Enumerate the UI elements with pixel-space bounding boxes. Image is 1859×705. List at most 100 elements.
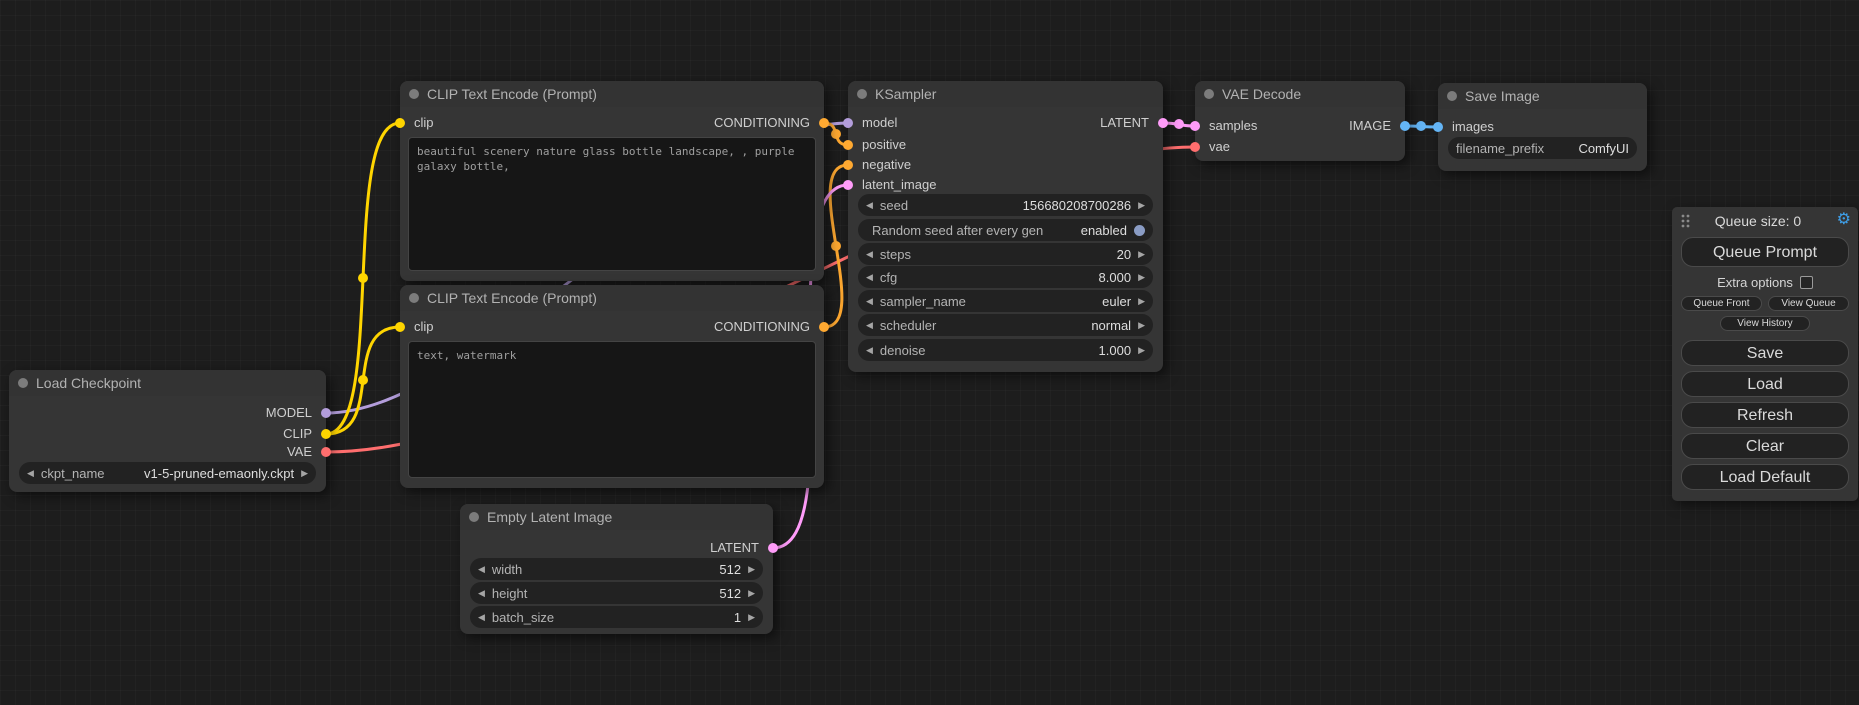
view-queue-button[interactable]: View Queue (1768, 296, 1849, 311)
widget-value: 1 (561, 610, 741, 625)
increment-arrow-icon[interactable]: ▶ (1138, 194, 1145, 216)
decrement-arrow-icon[interactable]: ◀ (866, 243, 873, 265)
ckpt-name-widget[interactable]: ◀ ckpt_name v1-5-pruned-emaonly.ckpt ▶ (19, 462, 316, 484)
increment-arrow-icon[interactable]: ▶ (1138, 243, 1145, 265)
node-title-bar[interactable]: Empty Latent Image (460, 504, 773, 530)
node-collapse-dot[interactable] (409, 293, 419, 303)
decrement-arrow-icon[interactable]: ◀ (27, 462, 34, 484)
node-collapse-dot[interactable] (1447, 91, 1457, 101)
images-input-slot[interactable] (1433, 122, 1443, 132)
settings-gear-icon[interactable]: ⚙ (1837, 211, 1851, 229)
model-output-slot[interactable] (321, 408, 331, 418)
samples-input-slot[interactable] (1190, 121, 1200, 131)
clip-input-slot[interactable] (395, 322, 405, 332)
positive-input-slot[interactable] (843, 140, 853, 150)
cfg-widget[interactable]: ◀ cfg 8.000 ▶ (858, 266, 1153, 288)
widget-value: 512 (529, 562, 741, 577)
clip-output-slot[interactable] (321, 429, 331, 439)
increment-arrow-icon[interactable]: ▶ (1138, 314, 1145, 336)
scheduler-widget[interactable]: ◀ scheduler normal ▶ (858, 314, 1153, 336)
queue-front-button[interactable]: Queue Front (1681, 296, 1762, 311)
negative-input-slot[interactable] (843, 160, 853, 170)
clear-button[interactable]: Clear (1681, 433, 1849, 459)
node-collapse-dot[interactable] (18, 378, 28, 388)
width-widget[interactable]: ◀ width 512 ▶ (470, 558, 763, 580)
height-widget[interactable]: ◀ height 512 ▶ (470, 582, 763, 604)
model-output-label: MODEL (266, 405, 312, 421)
increment-arrow-icon[interactable]: ▶ (1138, 290, 1145, 312)
save-button[interactable]: Save (1681, 340, 1849, 366)
widget-name: width (492, 562, 522, 577)
images-input-label: images (1452, 119, 1494, 135)
decrement-arrow-icon[interactable]: ◀ (866, 290, 873, 312)
decrement-arrow-icon[interactable]: ◀ (866, 339, 873, 361)
increment-arrow-icon[interactable]: ▶ (748, 558, 755, 580)
model-input-slot[interactable] (843, 118, 853, 128)
node-graph-canvas[interactable]: Load Checkpoint MODEL CLIP VAE ◀ ckpt_na… (0, 0, 1859, 705)
latent-output-slot[interactable] (768, 543, 778, 553)
link-conditioning-positive-midpoint-dot (831, 129, 841, 139)
widget-value: v1-5-pruned-emaonly.ckpt (112, 466, 295, 481)
node-title: VAE Decode (1222, 86, 1301, 102)
vae-output-slot[interactable] (321, 447, 331, 457)
vae-input-slot[interactable] (1190, 142, 1200, 152)
node-title: Empty Latent Image (487, 509, 612, 525)
node-title-bar[interactable]: VAE Decode (1195, 81, 1405, 107)
vae-input-label: vae (1209, 139, 1230, 155)
node-save-image[interactable]: Save Image images filename_prefix ComfyU… (1438, 83, 1647, 171)
decrement-arrow-icon[interactable]: ◀ (478, 582, 485, 604)
node-title-bar[interactable]: Load Checkpoint (9, 370, 326, 396)
sampler-name-widget[interactable]: ◀ sampler_name euler ▶ (858, 290, 1153, 312)
node-title-bar[interactable]: KSampler (848, 81, 1163, 107)
node-ksampler[interactable]: KSampler model LATENT positive negative … (848, 81, 1163, 372)
node-collapse-dot[interactable] (469, 512, 479, 522)
node-load-checkpoint[interactable]: Load Checkpoint MODEL CLIP VAE ◀ ckpt_na… (9, 370, 326, 492)
batch-size-widget[interactable]: ◀ batch_size 1 ▶ (470, 606, 763, 628)
conditioning-output-slot[interactable] (819, 118, 829, 128)
latent-image-input-slot[interactable] (843, 180, 853, 190)
random-seed-toggle[interactable]: Random seed after every gen enabled (858, 219, 1153, 241)
decrement-arrow-icon[interactable]: ◀ (478, 606, 485, 628)
node-collapse-dot[interactable] (857, 89, 867, 99)
seed-widget[interactable]: ◀ seed 156680208700286 ▶ (858, 194, 1153, 216)
refresh-button[interactable]: Refresh (1681, 402, 1849, 428)
decrement-arrow-icon[interactable]: ◀ (866, 194, 873, 216)
increment-arrow-icon[interactable]: ▶ (748, 582, 755, 604)
node-clip-text-encode-negative[interactable]: CLIP Text Encode (Prompt) clip CONDITION… (400, 285, 824, 488)
increment-arrow-icon[interactable]: ▶ (748, 606, 755, 628)
negative-prompt-textarea[interactable]: text, watermark (408, 341, 816, 478)
extra-options-checkbox[interactable] (1800, 276, 1813, 289)
widget-value: ComfyUI (1551, 141, 1629, 156)
load-button[interactable]: Load (1681, 371, 1849, 397)
widget-value: euler (973, 294, 1131, 309)
node-empty-latent-image[interactable]: Empty Latent Image LATENT ◀ width 512 ▶ … (460, 504, 773, 634)
steps-widget[interactable]: ◀ steps 20 ▶ (858, 243, 1153, 265)
conditioning-output-slot[interactable] (819, 322, 829, 332)
filename-prefix-widget[interactable]: filename_prefix ComfyUI (1448, 137, 1637, 159)
queue-prompt-button[interactable]: Queue Prompt (1681, 237, 1849, 267)
image-output-slot[interactable] (1400, 121, 1410, 131)
node-clip-text-encode-positive[interactable]: CLIP Text Encode (Prompt) clip CONDITION… (400, 81, 824, 281)
decrement-arrow-icon[interactable]: ◀ (866, 314, 873, 336)
node-vae-decode[interactable]: VAE Decode samples IMAGE vae (1195, 81, 1405, 161)
link-conditioning-negative-midpoint-dot (831, 241, 841, 251)
node-title: Save Image (1465, 88, 1540, 104)
node-title-bar[interactable]: CLIP Text Encode (Prompt) (400, 285, 824, 311)
clip-input-slot[interactable] (395, 118, 405, 128)
load-default-button[interactable]: Load Default (1681, 464, 1849, 490)
node-title-bar[interactable]: Save Image (1438, 83, 1647, 109)
increment-arrow-icon[interactable]: ▶ (301, 462, 308, 484)
toggle-indicator-dot[interactable] (1134, 225, 1145, 236)
increment-arrow-icon[interactable]: ▶ (1138, 266, 1145, 288)
decrement-arrow-icon[interactable]: ◀ (478, 558, 485, 580)
view-history-button[interactable]: View History (1720, 316, 1810, 331)
denoise-widget[interactable]: ◀ denoise 1.000 ▶ (858, 339, 1153, 361)
increment-arrow-icon[interactable]: ▶ (1138, 339, 1145, 361)
decrement-arrow-icon[interactable]: ◀ (866, 266, 873, 288)
positive-prompt-textarea[interactable]: beautiful scenery nature glass bottle la… (408, 137, 816, 271)
node-collapse-dot[interactable] (1204, 89, 1214, 99)
node-collapse-dot[interactable] (409, 89, 419, 99)
widget-name: sampler_name (880, 294, 966, 309)
latent-output-slot[interactable] (1158, 118, 1168, 128)
node-title-bar[interactable]: CLIP Text Encode (Prompt) (400, 81, 824, 107)
